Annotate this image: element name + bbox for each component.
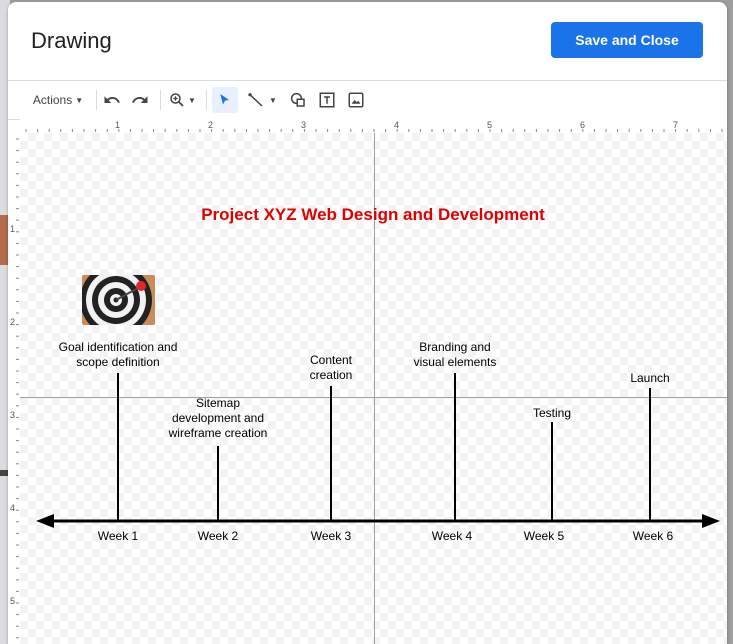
line-icon: [248, 93, 263, 107]
save-and-close-button[interactable]: Save and Close: [551, 22, 703, 58]
text-box-button[interactable]: [315, 87, 339, 113]
cursor-arrow-icon: [220, 94, 229, 105]
ruler-number: 5: [487, 120, 493, 130]
ruler-number: 4: [394, 120, 400, 130]
timeline-arrow-left: [36, 514, 54, 528]
shape-icon: [290, 92, 305, 107]
milestone-text-line: visual elements: [413, 355, 497, 369]
milestone-text-line: creation: [309, 368, 353, 382]
ruler-number: 3: [10, 410, 16, 420]
milestone-text-line: scope definition: [76, 355, 160, 369]
zoom-in-icon: [170, 93, 184, 107]
ruler-number: 1: [115, 120, 121, 130]
actions-menu[interactable]: Actions ▼: [28, 87, 88, 113]
caret-down-icon: ▼: [269, 95, 277, 105]
milestone-branding-label[interactable]: Branding and visual elements: [395, 340, 515, 370]
shape-tool-button[interactable]: [286, 87, 310, 113]
milestone-text-line: Sitemap: [195, 396, 241, 410]
milestone-text-line: Content: [309, 353, 353, 367]
redo-icon: [132, 96, 148, 103]
toolbar-divider: [160, 90, 161, 110]
line-tool-menu[interactable]: ▼: [242, 87, 282, 113]
undo-icon: [104, 96, 120, 103]
milestone-launch-label[interactable]: Launch: [610, 371, 690, 386]
ruler-number: 6: [580, 120, 586, 130]
week-label[interactable]: Week 5: [504, 529, 584, 544]
drawing-toolbar: Actions ▼ ▼ ▼: [8, 80, 727, 120]
week-label[interactable]: Week 2: [178, 529, 258, 544]
milestone-text-line: Branding and: [419, 340, 491, 354]
ruler-number: 2: [10, 317, 16, 327]
milestone-text-line: development and: [171, 411, 265, 425]
caret-down-icon: ▼: [75, 95, 84, 105]
drawing-canvas[interactable]: Project XYZ Web Design and Development G…: [20, 133, 727, 644]
week-label[interactable]: Week 3: [291, 529, 371, 544]
timeline-arrow-right: [702, 514, 720, 528]
dialog-title: Drawing: [31, 28, 112, 53]
toolbar-divider: [96, 90, 97, 110]
ruler-number: 4: [10, 503, 16, 513]
milestone-text-line: Goal identification and: [58, 340, 178, 354]
insert-image-button[interactable]: [344, 87, 368, 113]
week-label[interactable]: Week 4: [412, 529, 492, 544]
ruler-ticks: [25, 129, 723, 132]
text-box-icon: [319, 92, 335, 108]
milestone-content-label[interactable]: Content creation: [291, 353, 371, 383]
drawing-dialog: Drawing Save and Close Actions ▼ ▼ ▼ 1 2…: [8, 2, 727, 644]
zoom-menu[interactable]: ▼: [164, 87, 200, 113]
ruler-number: 1: [10, 224, 16, 234]
week-label[interactable]: Week 1: [78, 529, 158, 544]
redo-button[interactable]: [128, 87, 152, 113]
milestone-sitemap-label[interactable]: Sitemap development and wireframe creati…: [148, 396, 288, 441]
milestone-goal-label[interactable]: Goal identification and scope definition: [38, 340, 198, 370]
undo-button[interactable]: [100, 87, 124, 113]
caret-down-icon: ▼: [188, 95, 196, 105]
ruler-number: 2: [208, 120, 214, 130]
ruler-number: 3: [301, 120, 307, 130]
actions-label: Actions: [32, 93, 73, 107]
toolbar-divider: [206, 90, 207, 110]
ruler-number: 5: [10, 596, 16, 606]
image-icon: [348, 92, 364, 108]
ruler-number: 7: [673, 120, 679, 130]
select-tool-button[interactable]: [212, 87, 238, 113]
timeline-shapes: [36, 373, 720, 528]
milestone-testing-label[interactable]: Testing: [512, 406, 592, 421]
week-label[interactable]: Week 6: [613, 529, 693, 544]
milestone-text-line: wireframe creation: [168, 426, 268, 440]
horizontal-ruler: 1 2 3 4 5 6 7: [20, 119, 727, 134]
